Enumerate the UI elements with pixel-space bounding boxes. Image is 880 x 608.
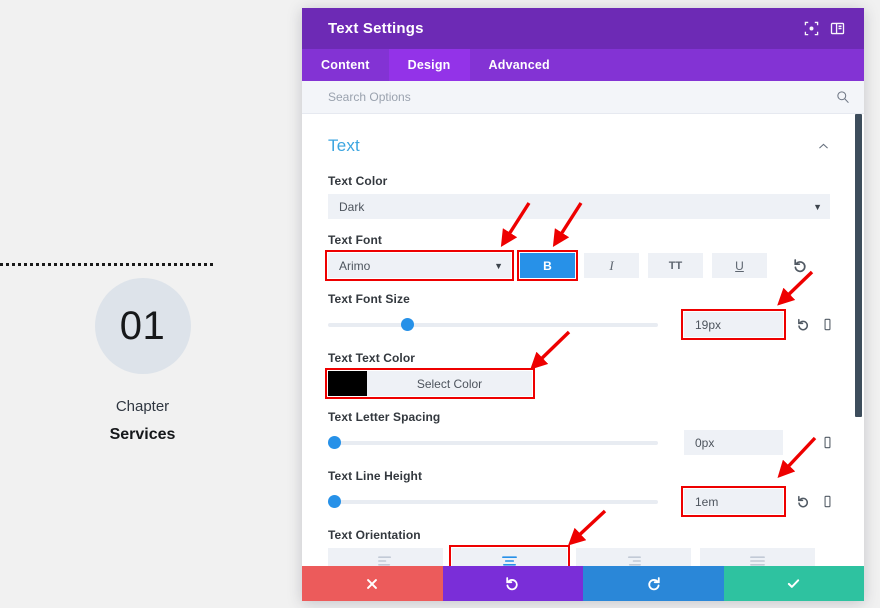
cancel-button[interactable] bbox=[302, 566, 443, 601]
tab-content[interactable]: Content bbox=[302, 49, 389, 81]
chevron-down-icon: ▼ bbox=[494, 260, 503, 271]
focus-icon[interactable] bbox=[798, 16, 824, 42]
dotted-divider bbox=[0, 263, 213, 266]
tab-advanced[interactable]: Advanced bbox=[470, 49, 569, 81]
text-font-select[interactable]: Arimo ▼ bbox=[325, 250, 514, 281]
font-size-slider[interactable] bbox=[328, 312, 658, 337]
text-font-size-row: 19px bbox=[328, 309, 830, 340]
responsive-mobile-icon[interactable] bbox=[815, 318, 839, 331]
undo-button[interactable] bbox=[442, 566, 583, 601]
slider-knob[interactable] bbox=[328, 495, 341, 508]
responsive-mobile-icon[interactable] bbox=[815, 495, 839, 508]
reset-icon[interactable] bbox=[792, 257, 809, 274]
text-font-value: Arimo bbox=[339, 258, 371, 273]
chapter-number: 01 bbox=[119, 304, 166, 348]
chevron-down-icon: ▼ bbox=[813, 201, 822, 212]
text-line-height-label: Text Line Height bbox=[328, 469, 423, 483]
chevron-up-icon[interactable] bbox=[817, 140, 830, 153]
slider-knob[interactable] bbox=[400, 318, 414, 331]
text-line-height-row: 1em bbox=[328, 486, 830, 517]
slider-bar bbox=[328, 499, 658, 504]
align-justify-icon[interactable] bbox=[700, 548, 815, 566]
section-title: Text bbox=[328, 136, 360, 155]
panel-scroll-body: Text Text Color Dark ▼ Text Font Arimo ▼… bbox=[302, 114, 864, 566]
chapter-block: 01 Chapter Services bbox=[0, 278, 285, 447]
panel-tabs: Content Design Advanced bbox=[302, 49, 864, 81]
chapter-word: Chapter bbox=[115, 398, 170, 415]
search-input[interactable] bbox=[328, 90, 836, 104]
select-color-button[interactable]: Select Color bbox=[367, 371, 532, 396]
reset-icon[interactable] bbox=[791, 317, 815, 332]
line-height-slider[interactable] bbox=[328, 489, 658, 514]
text-font-size-label: Text Font Size bbox=[328, 292, 410, 306]
letter-spacing-slider[interactable] bbox=[328, 430, 658, 455]
text-orientation-row bbox=[328, 545, 830, 566]
page-preview-area: 01 Chapter Services bbox=[0, 0, 302, 608]
redo-button[interactable] bbox=[583, 566, 724, 601]
line-height-value-input[interactable]: 1em bbox=[681, 486, 786, 517]
letter-spacing-value-input[interactable]: 0px bbox=[684, 430, 783, 455]
text-color-value: Dark bbox=[339, 199, 365, 214]
tab-design[interactable]: Design bbox=[388, 49, 470, 81]
text-letter-spacing-row: 0px bbox=[328, 430, 830, 455]
panel-header: Text Settings bbox=[302, 8, 864, 49]
search-icon[interactable] bbox=[836, 90, 850, 104]
color-swatch[interactable] bbox=[328, 371, 367, 396]
align-right-icon[interactable] bbox=[576, 548, 691, 566]
font-underline-button[interactable]: U bbox=[712, 253, 767, 278]
text-section-header[interactable]: Text bbox=[328, 114, 830, 160]
slider-bar bbox=[328, 440, 658, 445]
font-italic-button[interactable]: I bbox=[584, 253, 639, 278]
font-size-value-input[interactable]: 19px bbox=[681, 309, 786, 340]
responsive-mobile-icon[interactable] bbox=[815, 436, 839, 449]
text-orientation-label: Text Orientation bbox=[328, 528, 421, 542]
text-font-label: Text Font bbox=[328, 233, 383, 247]
text-text-color-picker[interactable]: Select Color bbox=[325, 368, 535, 399]
chapter-title: Services bbox=[109, 425, 176, 443]
font-bold-button[interactable]: B bbox=[517, 250, 578, 281]
layout-icon[interactable] bbox=[824, 16, 850, 42]
text-font-row: Arimo ▼ B I TT U bbox=[325, 250, 830, 281]
reset-icon[interactable] bbox=[791, 494, 815, 509]
panel-footer bbox=[302, 566, 864, 601]
slider-bar bbox=[328, 322, 658, 327]
text-letter-spacing-label: Text Letter Spacing bbox=[328, 410, 441, 424]
slider-knob[interactable] bbox=[328, 436, 341, 449]
save-button[interactable] bbox=[723, 566, 864, 601]
text-text-color-label: Text Text Color bbox=[328, 351, 416, 365]
panel-title: Text Settings bbox=[328, 20, 424, 37]
text-color-select[interactable]: Dark ▼ bbox=[328, 194, 830, 219]
search-options-row bbox=[302, 81, 864, 114]
text-color-label: Text Color bbox=[328, 174, 388, 188]
panel-scrollbar-thumb[interactable] bbox=[855, 114, 862, 417]
panel-scrollbar-track[interactable] bbox=[850, 114, 864, 566]
text-settings-panel: Text Settings Content Design Advanced Se… bbox=[302, 8, 864, 601]
align-center-icon[interactable] bbox=[449, 545, 570, 566]
align-left-icon[interactable] bbox=[328, 548, 443, 566]
chapter-circle: 01 bbox=[94, 278, 191, 374]
font-uppercase-button[interactable]: TT bbox=[648, 253, 703, 278]
